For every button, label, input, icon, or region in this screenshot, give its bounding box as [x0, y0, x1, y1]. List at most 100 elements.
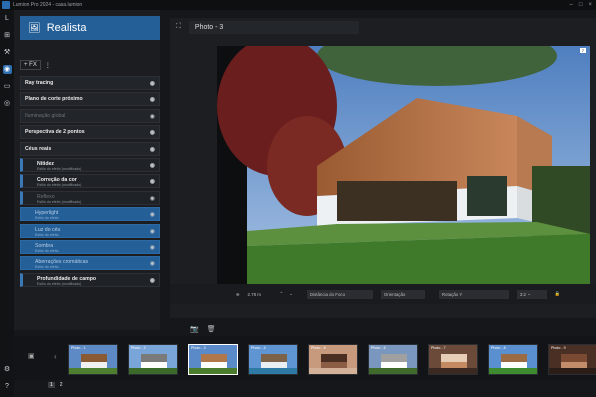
settings-icon[interactable]: ⚙: [3, 365, 12, 374]
photo-thumbnail[interactable]: Photo - 7: [428, 344, 478, 375]
visibility-eye-icon[interactable]: ◉: [150, 277, 155, 284]
visibility-eye-icon[interactable]: ◉: [150, 244, 155, 251]
photo-thumbnail[interactable]: Photo - 3: [188, 344, 238, 375]
effect-item[interactable]: Perspectiva de 2 pontos ◉: [20, 125, 160, 140]
pager: 12: [48, 382, 65, 388]
thumbnail-label: Photo - 4: [251, 346, 266, 350]
corner-badge: 7: [579, 48, 586, 53]
effect-item[interactable]: Reflexo Estilo do efeito (modificado) ◉: [20, 190, 160, 205]
visibility-eye-icon[interactable]: ◉: [150, 211, 155, 218]
help-icon[interactable]: ?: [3, 382, 12, 391]
thumbnail-label: Photo - 7: [431, 346, 446, 350]
visibility-eye-icon[interactable]: ◉: [150, 80, 155, 87]
effect-label: Perspectiva de 2 pontos: [25, 129, 85, 136]
camera-height-icon: ⛯: [236, 291, 240, 297]
panorama-mode-icon[interactable]: ◎: [3, 99, 12, 108]
lock-icon[interactable]: 🔒: [555, 291, 560, 297]
effect-item[interactable]: Aberrações cromáticas Estilo do efeito ◉: [20, 256, 160, 271]
effect-item[interactable]: Ray tracing ◉: [20, 76, 160, 90]
effect-style-label: Estilo do efeito: [35, 248, 59, 253]
effect-style-label: Estilo do efeito (modificado): [37, 166, 82, 171]
mode-rail: L ⊞ ⚒ ◉ ▭ ◎ ⚙ ?: [0, 10, 14, 397]
effect-item[interactable]: Luz do céu Estilo do efeito ◉: [20, 223, 160, 238]
effect-item[interactable]: Profundidade de campo Estilo do efeito (m…: [20, 272, 160, 287]
add-photo-icon[interactable]: 📷: [190, 325, 199, 333]
camera-height-value[interactable]: 2.78 m: [248, 292, 278, 297]
visibility-eye-icon[interactable]: ◉: [150, 162, 155, 169]
visibility-eye-icon[interactable]: ◉: [150, 129, 155, 136]
import-icon[interactable]: ⊞: [3, 31, 12, 40]
height-down-icon[interactable]: ⌄: [289, 291, 293, 297]
photo-thumbnail[interactable]: Photo - 8: [488, 344, 538, 375]
window-controls: – □ ×: [570, 2, 596, 8]
effects-list: Ray tracing ◉ Plano de corte próximo ◉ Ilumi…: [20, 76, 160, 289]
photo-thumbnail[interactable]: Photo - 4: [248, 344, 298, 375]
photo-mode-icon[interactable]: ◉: [2, 65, 12, 74]
effect-item[interactable]: Sombra Estilo do efeito ◉: [20, 239, 160, 254]
effect-item[interactable]: Hyperlight Estilo do efeito ◉: [20, 207, 160, 222]
lumion-logo-icon[interactable]: L: [3, 14, 12, 23]
render-preview[interactable]: 7: [217, 46, 590, 293]
thumbnail-label: Photo - 5: [311, 346, 326, 350]
effect-label: Céus reais: [25, 145, 52, 152]
minimize-icon[interactable]: –: [570, 2, 573, 8]
add-fx-button[interactable]: + FX: [20, 60, 41, 70]
effect-label: Iluminação global: [25, 112, 66, 119]
photo-thumbnail[interactable]: Photo - 9: [548, 344, 596, 375]
effect-label: Ray tracing: [25, 80, 54, 86]
thumbnail-label: Photo - 8: [491, 346, 506, 350]
visibility-eye-icon[interactable]: ◉: [150, 146, 155, 153]
fx-more-icon[interactable]: ⋮: [45, 62, 51, 69]
photo-thumbnail[interactable]: Photo - 1: [68, 344, 118, 375]
effect-item[interactable]: Plano de corte próximo ◉: [20, 92, 160, 107]
effect-style-label: Estilo do efeito (modificado): [37, 183, 82, 188]
save-set-icon[interactable]: ▣: [28, 352, 35, 360]
visibility-eye-icon[interactable]: ◉: [150, 178, 155, 185]
effect-style-label: Estilo do efeito: [35, 216, 59, 221]
focus-distance-field[interactable]: Distância do Foco: [306, 289, 373, 299]
thumbnail-label: Photo - 3: [191, 346, 206, 350]
aspect-ratio-select[interactable]: 3:2 ⌄: [516, 289, 547, 299]
effect-item[interactable]: Iluminação global ◉: [20, 108, 160, 123]
page-button[interactable]: 2: [58, 382, 65, 388]
filmstrip: ▣ ‹ Photo - 1 Photo - 2 Photo - 3 Photo - 4…: [14, 336, 596, 380]
photo-thumbnail[interactable]: Photo - 5: [308, 344, 358, 375]
visibility-eye-icon[interactable]: ◉: [150, 228, 155, 235]
window-title: Lumion Pro 2024 - casa.lumion: [13, 2, 83, 8]
effect-style-label: Estilo do efeito (modificado): [37, 199, 82, 204]
visibility-eye-icon[interactable]: ◉: [150, 96, 155, 103]
effect-item[interactable]: Céus reais ◉: [20, 141, 160, 156]
photo-thumbnail[interactable]: Photo - 2: [128, 344, 178, 375]
thumbnail-label: Photo - 9: [551, 346, 566, 350]
video-mode-icon[interactable]: ▭: [3, 82, 12, 91]
viewer: ⛶ Photo - 3 7: [170, 18, 596, 318]
rotation-y-field[interactable]: Rotação Y: [438, 289, 509, 299]
thumbnail-label: Photo - 6: [371, 346, 386, 350]
camera-controls: ⛯ 2.78 m ⌃ ⌄ Distância do Foco Orientaçã…: [170, 284, 596, 304]
visibility-eye-icon[interactable]: ◉: [150, 113, 155, 120]
effect-item[interactable]: Nitidez Estilo do efeito (modificado) ◉: [20, 157, 160, 172]
prev-arrow-icon[interactable]: ‹: [54, 352, 57, 361]
film-toolbar: 📷 🗑: [190, 325, 216, 333]
house-render-image: [217, 46, 590, 293]
photo-title[interactable]: Photo - 3: [188, 20, 359, 34]
delete-photo-icon[interactable]: 🗑: [207, 325, 216, 333]
tools-icon[interactable]: ⚒: [3, 48, 12, 57]
fx-toolbar: + FX ⋮: [20, 60, 51, 70]
effect-style-label: Estilo do efeito: [35, 232, 59, 237]
style-title: Realista: [46, 22, 87, 34]
effect-style-label: Estilo do efeito: [35, 265, 59, 270]
visibility-eye-icon[interactable]: ◉: [150, 260, 155, 267]
photo-thumbnail[interactable]: Photo - 6: [368, 344, 418, 375]
style-header[interactable]: 🖼 Realista: [20, 16, 160, 40]
height-up-icon[interactable]: ⌃: [280, 291, 284, 297]
visibility-eye-icon[interactable]: ◉: [150, 195, 155, 202]
maximize-icon[interactable]: □: [579, 2, 583, 8]
thumbnail-label: Photo - 1: [71, 346, 86, 350]
close-icon[interactable]: ×: [588, 2, 592, 8]
page-button[interactable]: 1: [48, 382, 55, 388]
effect-label: Plano de corte próximo: [25, 96, 83, 103]
effect-item[interactable]: Correção da cor Estilo do efeito (modific…: [20, 174, 160, 189]
orientation-field[interactable]: Orientação: [380, 289, 425, 299]
camera-icon: ⛶: [176, 23, 181, 30]
